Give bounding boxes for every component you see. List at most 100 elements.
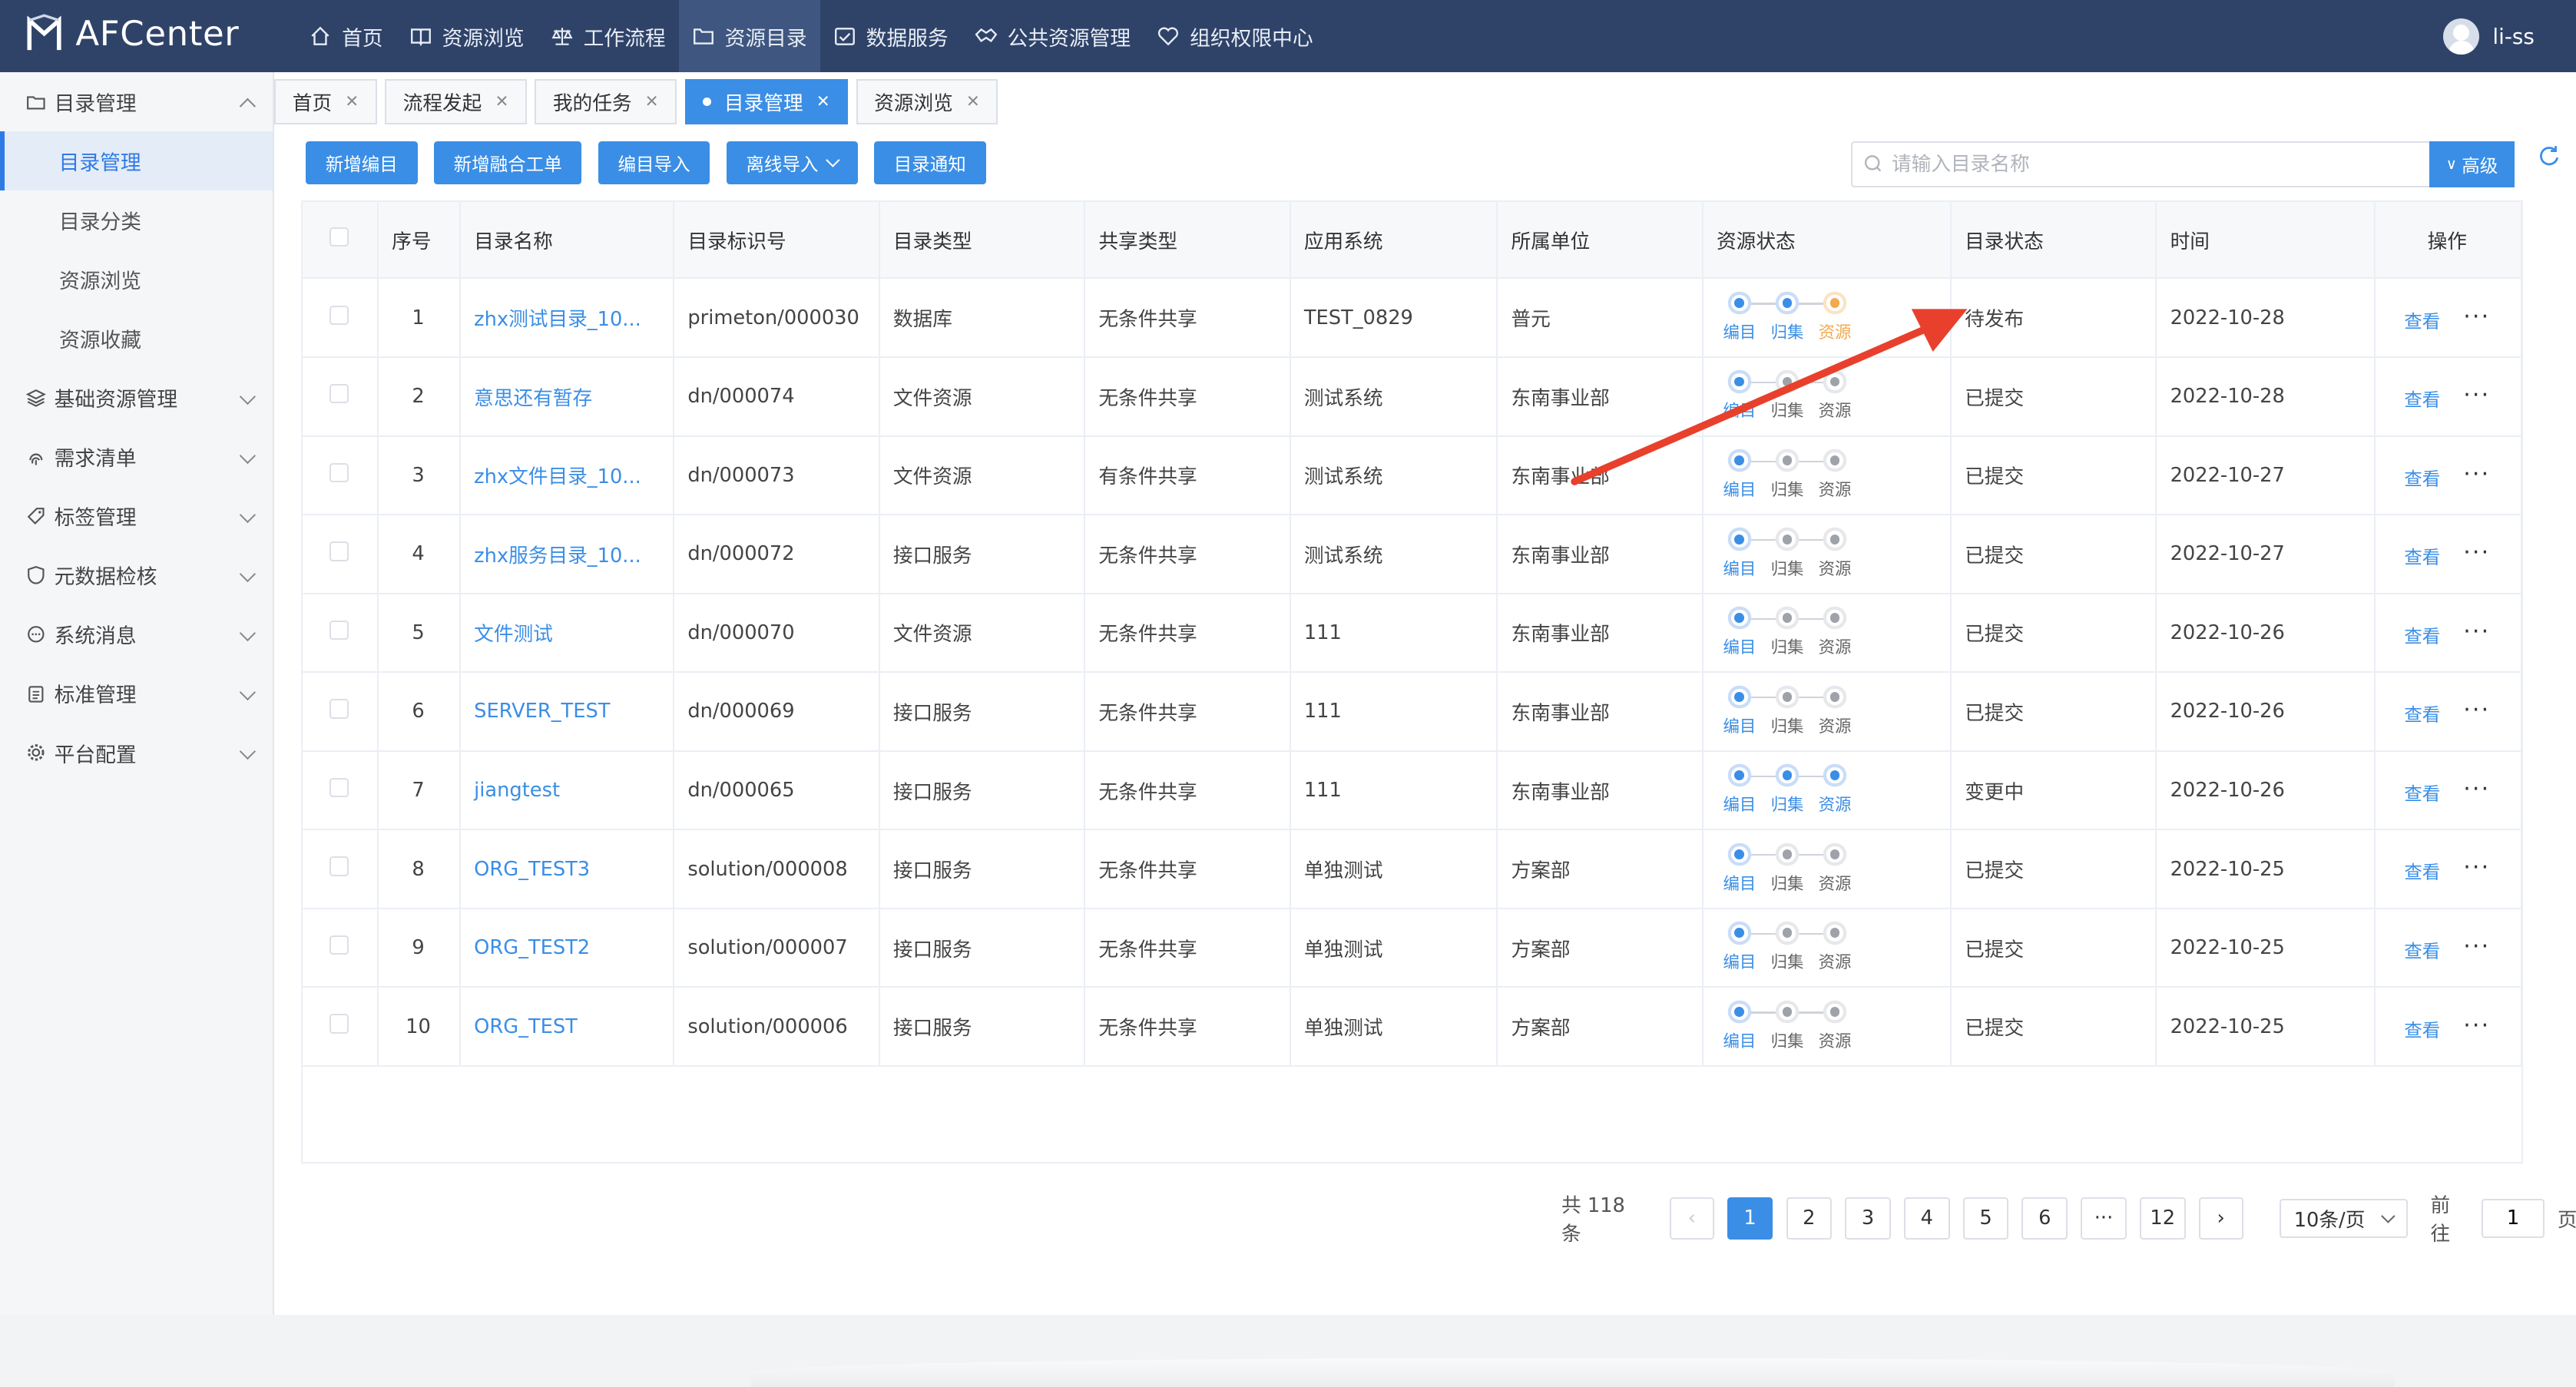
row-checkbox[interactable] (329, 856, 349, 876)
row-checkbox-cell[interactable] (302, 435, 379, 516)
view-link[interactable]: 查看 (2404, 389, 2440, 410)
row-checkbox-cell[interactable] (302, 357, 379, 437)
cell-name[interactable]: zhx文件目录_10... (460, 435, 675, 516)
sidebar-group-2[interactable]: 标签管理 (0, 486, 273, 545)
close-icon[interactable]: ✕ (645, 92, 659, 111)
new-merge-order-button[interactable]: 新增融合工单 (433, 141, 582, 184)
view-link[interactable]: 查看 (2404, 547, 2440, 568)
close-icon[interactable]: ✕ (495, 92, 508, 111)
sidebar-group-catalog[interactable]: 目录管理 (0, 72, 273, 131)
more-actions-icon[interactable]: ··· (2463, 933, 2490, 960)
sidebar-group-1[interactable]: 需求清单 (0, 427, 273, 486)
select-all-checkbox[interactable] (329, 227, 349, 247)
more-actions-icon[interactable]: ··· (2463, 697, 2490, 723)
row-checkbox[interactable] (329, 699, 349, 719)
row-checkbox-cell[interactable] (302, 593, 379, 674)
more-actions-icon[interactable]: ··· (2463, 461, 2490, 488)
tab-0[interactable]: 首页 ✕ (274, 78, 377, 125)
page-button-6[interactable]: ··· (2081, 1197, 2127, 1240)
more-actions-icon[interactable]: ··· (2463, 618, 2490, 645)
tab-2[interactable]: 我的任务 ✕ (535, 78, 677, 125)
nav-item-2[interactable]: 工作流程 (538, 0, 679, 72)
catalog-name-link[interactable]: zhx文件目录_10... (474, 465, 641, 488)
row-checkbox[interactable] (329, 541, 349, 561)
next-page-button[interactable]: › (2198, 1197, 2243, 1240)
app-logo[interactable]: AFCenter (26, 13, 239, 54)
cell-name[interactable]: SERVER_TEST (460, 672, 675, 752)
catalog-name-link[interactable]: ORG_TEST (474, 1015, 578, 1038)
catalog-import-button[interactable]: 编目导入 (598, 141, 710, 184)
row-checkbox-cell[interactable] (302, 829, 379, 909)
nav-item-3[interactable]: 资源目录 (678, 0, 820, 73)
cell-name[interactable]: jiangtest (460, 750, 675, 831)
nav-item-5[interactable]: 公共资源管理 (962, 0, 1144, 72)
view-link[interactable]: 查看 (2404, 310, 2440, 332)
cell-name[interactable]: ORG_TEST2 (460, 908, 675, 988)
row-checkbox[interactable] (329, 620, 349, 641)
page-button-1[interactable]: 2 (1786, 1197, 1833, 1240)
view-link[interactable]: 查看 (2404, 783, 2440, 804)
tab-3[interactable]: 目录管理 ✕ (684, 78, 849, 125)
sidebar-subitem-2[interactable]: 资源浏览 (0, 250, 273, 309)
cell-name[interactable]: zhx测试目录_10... (460, 278, 675, 359)
new-catalog-button[interactable]: 新增编目 (306, 141, 418, 184)
more-actions-icon[interactable]: ··· (2463, 1012, 2490, 1039)
close-icon[interactable]: ✕ (345, 92, 359, 111)
nav-item-4[interactable]: 数据服务 (820, 0, 962, 72)
sidebar-group-3[interactable]: 元数据检核 (0, 545, 273, 604)
page-button-5[interactable]: 6 (2021, 1197, 2068, 1240)
sidebar-subitem-1[interactable]: 目录分类 (0, 190, 273, 250)
page-button-0[interactable]: 1 (1727, 1197, 1773, 1240)
row-checkbox-cell[interactable] (302, 987, 379, 1067)
more-actions-icon[interactable]: ··· (2463, 776, 2490, 803)
more-actions-icon[interactable]: ··· (2463, 539, 2490, 566)
page-button-7[interactable]: 12 (2139, 1197, 2186, 1240)
sidebar-group-6[interactable]: 平台配置 (0, 723, 273, 783)
select-all-checkbox-cell[interactable] (302, 202, 379, 280)
catalog-name-link[interactable]: SERVER_TEST (474, 700, 610, 723)
nav-item-6[interactable]: 组织权限中心 (1144, 0, 1326, 72)
cell-name[interactable]: zhx服务目录_10... (460, 515, 675, 594)
row-checkbox-cell[interactable] (302, 672, 379, 752)
view-link[interactable]: 查看 (2404, 940, 2440, 962)
row-checkbox-cell[interactable] (302, 908, 379, 988)
catalog-name-link[interactable]: zhx服务目录_10... (474, 545, 641, 568)
cell-name[interactable]: 文件测试 (460, 593, 675, 674)
row-checkbox-cell[interactable] (302, 750, 379, 831)
catalog-notify-button[interactable]: 目录通知 (874, 141, 986, 184)
view-link[interactable]: 查看 (2404, 1019, 2440, 1041)
catalog-name-link[interactable]: jiangtest (474, 779, 560, 802)
cell-name[interactable]: ORG_TEST (460, 987, 675, 1067)
search-input[interactable] (1888, 151, 2389, 177)
more-actions-icon[interactable]: ··· (2463, 854, 2490, 881)
view-link[interactable]: 查看 (2404, 862, 2440, 883)
row-checkbox[interactable] (329, 305, 349, 325)
page-button-3[interactable]: 4 (1903, 1197, 1950, 1240)
sidebar-group-5[interactable]: 标准管理 (0, 664, 273, 723)
advanced-search-button[interactable]: ∨ 高级 (2429, 141, 2515, 187)
tab-1[interactable]: 流程发起 ✕ (385, 78, 527, 125)
page-button-4[interactable]: 5 (1962, 1197, 2009, 1240)
view-link[interactable]: 查看 (2404, 704, 2440, 726)
page-button-2[interactable]: 3 (1845, 1197, 1891, 1240)
prev-page-button[interactable]: ‹ (1669, 1197, 1714, 1240)
page-size-select[interactable]: 10条/页 (2279, 1198, 2408, 1239)
row-checkbox-cell[interactable] (302, 278, 379, 359)
view-link[interactable]: 查看 (2404, 468, 2440, 489)
row-checkbox[interactable] (329, 935, 349, 955)
catalog-name-link[interactable]: ORG_TEST3 (474, 858, 590, 881)
catalog-name-link[interactable]: 意思还有暂存 (474, 387, 592, 410)
sidebar-subitem-0[interactable]: 目录管理 (0, 131, 273, 191)
catalog-name-link[interactable]: ORG_TEST2 (474, 936, 590, 959)
tab-4[interactable]: 资源浏览 ✕ (856, 78, 998, 125)
user-menu[interactable]: li-ss (2443, 18, 2535, 55)
cell-name[interactable]: ORG_TEST3 (460, 829, 675, 909)
nav-item-1[interactable]: 资源浏览 (396, 0, 538, 72)
row-checkbox[interactable] (329, 777, 349, 798)
view-link[interactable]: 查看 (2404, 625, 2440, 647)
row-checkbox[interactable] (329, 462, 349, 483)
close-icon[interactable]: ✕ (966, 92, 980, 111)
close-icon[interactable]: ✕ (816, 92, 830, 111)
cell-name[interactable]: 意思还有暂存 (460, 357, 675, 437)
sidebar-group-4[interactable]: 系统消息 (0, 604, 273, 664)
